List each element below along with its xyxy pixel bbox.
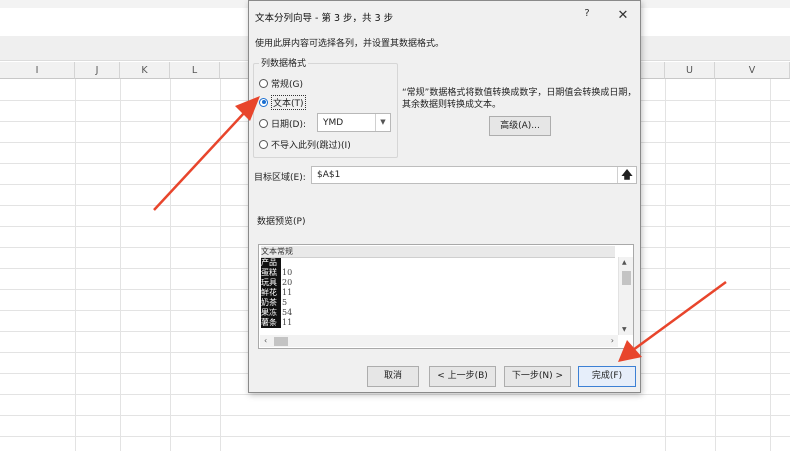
preview-cell: 11 (282, 288, 293, 297)
preview-cell: 产品 (261, 258, 281, 268)
radio-text-indicator[interactable] (259, 97, 268, 107)
grid-line (715, 79, 716, 451)
help-button[interactable]: ? (579, 8, 595, 24)
preview-row: 奶茶 5 (261, 298, 292, 308)
scroll-right-icon[interactable]: › (611, 335, 614, 347)
preview-cell: 54 (282, 308, 293, 317)
grid-line (0, 394, 790, 395)
column-header-k[interactable]: K (120, 62, 170, 79)
date-format-select[interactable]: YMD ▼ (317, 113, 391, 132)
arrow-shaft (153, 111, 246, 211)
destination-input[interactable]: $A$1 🡅 (311, 166, 637, 184)
preview-cell: 果冻 (261, 308, 281, 318)
grid-line (120, 79, 121, 451)
preview-cell: 20 (282, 278, 293, 287)
radio-general-indicator[interactable] (259, 78, 268, 88)
radio-date-label: 日期(D): (271, 119, 306, 130)
preview-row: 玩具 20 (261, 278, 292, 288)
column-format-label: 列数据格式 (259, 56, 309, 69)
radio-date[interactable]: 日期(D): (259, 116, 306, 130)
column-header-l[interactable]: L (170, 62, 220, 79)
close-icon[interactable]: ✕ (614, 7, 632, 25)
collapse-dialog-icon[interactable]: 🡅 (617, 167, 636, 183)
advanced-button[interactable]: 高级(A)... (489, 116, 551, 136)
scroll-thumb[interactable] (274, 337, 288, 346)
text-to-columns-dialog: 文本分列向导 - 第 3 步，共 3 步 ? ✕ 使用此屏内容可选择各列，并设置… (248, 0, 641, 393)
preview-header[interactable]: 文本常规 (261, 246, 615, 258)
dialog-instruction: 使用此屏内容可选择各列，并设置其数据格式。 (255, 39, 445, 49)
dialog-title: 文本分列向导 - 第 3 步，共 3 步 (255, 13, 394, 24)
radio-skip-label: 不导入此列(跳过)(I) (271, 140, 351, 151)
next-button[interactable]: 下一步(N) > (504, 366, 571, 387)
radio-text[interactable]: 文本(T) (259, 94, 306, 110)
data-preview-label: 数据预览(P) (257, 217, 306, 227)
preview-row: 果冻 54 (261, 308, 292, 318)
radio-skip-indicator[interactable] (259, 139, 268, 149)
data-preview-box[interactable]: 文本常规 产品 蛋糕 10 玩具 20 鲜花 11 奶茶 5 果冻 54 薯条 11 ▲ ▼… (258, 244, 634, 349)
grid-line (0, 436, 790, 437)
scroll-down-icon[interactable]: ▼ (622, 326, 627, 333)
arrow-shaft (632, 280, 727, 352)
chevron-down-icon[interactable]: ▼ (375, 114, 390, 131)
format-description: “常规”数据格式将数值转换成数字，日期值会转换成日期，其余数据则转换成文本。 (402, 88, 637, 110)
preview-cell: 10 (282, 268, 293, 277)
grid-line (770, 79, 771, 451)
destination-label: 目标区域(E): (254, 173, 306, 183)
preview-rows: 产品 蛋糕 10 玩具 20 鲜花 11 奶茶 5 果冻 54 薯条 11 (261, 258, 292, 328)
preview-cell: 玩具 (261, 278, 281, 288)
date-format-value: YMD (323, 118, 344, 128)
column-header-j[interactable]: J (75, 62, 120, 79)
scroll-thumb[interactable] (622, 271, 631, 285)
cancel-button[interactable]: 取消 (367, 366, 419, 387)
preview-row: 产品 (261, 258, 292, 268)
grid-line (665, 79, 666, 451)
preview-cell: 5 (282, 298, 288, 307)
column-header-i[interactable]: I (0, 62, 75, 79)
preview-horizontal-scrollbar[interactable]: ‹ › (260, 335, 618, 347)
preview-row: 薯条 11 (261, 318, 292, 328)
finish-button[interactable]: 完成(F) (578, 366, 636, 387)
radio-date-indicator[interactable] (259, 118, 268, 128)
scroll-up-icon[interactable]: ▲ (622, 259, 627, 266)
preview-row: 鲜花 11 (261, 288, 292, 298)
preview-cell: 11 (282, 318, 293, 327)
radio-general[interactable]: 常规(G) (259, 76, 303, 90)
preview-cell: 蛋糕 (261, 268, 281, 278)
back-button[interactable]: < 上一步(B) (429, 366, 496, 387)
preview-vertical-scrollbar[interactable]: ▲ ▼ (618, 257, 633, 335)
radio-skip[interactable]: 不导入此列(跳过)(I) (259, 137, 351, 151)
grid-line (0, 415, 790, 416)
column-header-v[interactable]: V (715, 62, 790, 79)
grid-line (170, 79, 171, 451)
scroll-left-icon[interactable]: ‹ (264, 335, 267, 347)
preview-cell (281, 258, 282, 268)
radio-text-label: 文本(T) (271, 94, 306, 110)
destination-value: $A$1 (317, 170, 341, 180)
column-header-u[interactable]: U (665, 62, 715, 79)
preview-cell: 奶茶 (261, 298, 281, 308)
preview-cell: 鲜花 (261, 288, 281, 298)
grid-line (220, 79, 221, 451)
grid-line (75, 79, 76, 451)
preview-cell: 薯条 (261, 318, 281, 328)
radio-general-label: 常规(G) (271, 79, 303, 90)
preview-row: 蛋糕 10 (261, 268, 292, 278)
